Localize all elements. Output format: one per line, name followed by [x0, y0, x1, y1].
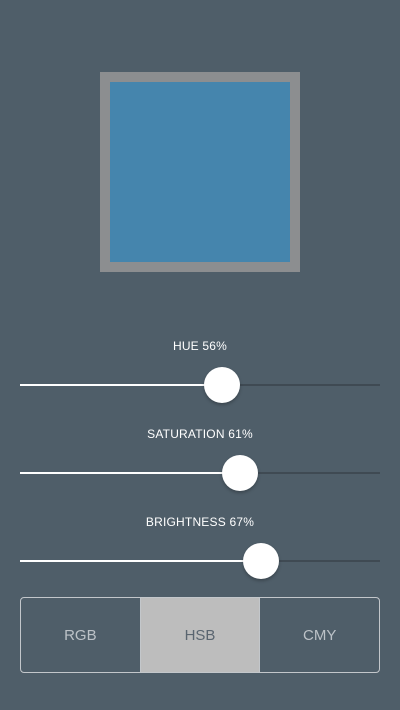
mode-hsb-button[interactable]: HSB [139, 598, 260, 672]
hue-slider-fill [20, 384, 222, 386]
brightness-slider[interactable] [20, 541, 380, 581]
mode-cmy-button[interactable]: CMY [259, 598, 379, 672]
color-swatch [110, 82, 290, 262]
hue-slider[interactable] [20, 365, 380, 405]
hue-label: HUE 56% [172, 339, 228, 353]
brightness-slider-thumb[interactable] [243, 543, 279, 579]
saturation-slider-thumb[interactable] [222, 455, 258, 491]
saturation-slider[interactable] [20, 453, 380, 493]
brightness-label: BRIGHTNESS 67% [145, 515, 255, 529]
color-mode-selector: RGB HSB CMY [20, 597, 380, 673]
brightness-slider-fill [20, 560, 261, 562]
saturation-slider-fill [20, 472, 240, 474]
mode-rgb-button[interactable]: RGB [21, 598, 140, 672]
color-swatch-frame [100, 72, 300, 272]
hue-slider-thumb[interactable] [204, 367, 240, 403]
saturation-label: SATURATION 61% [147, 427, 253, 441]
